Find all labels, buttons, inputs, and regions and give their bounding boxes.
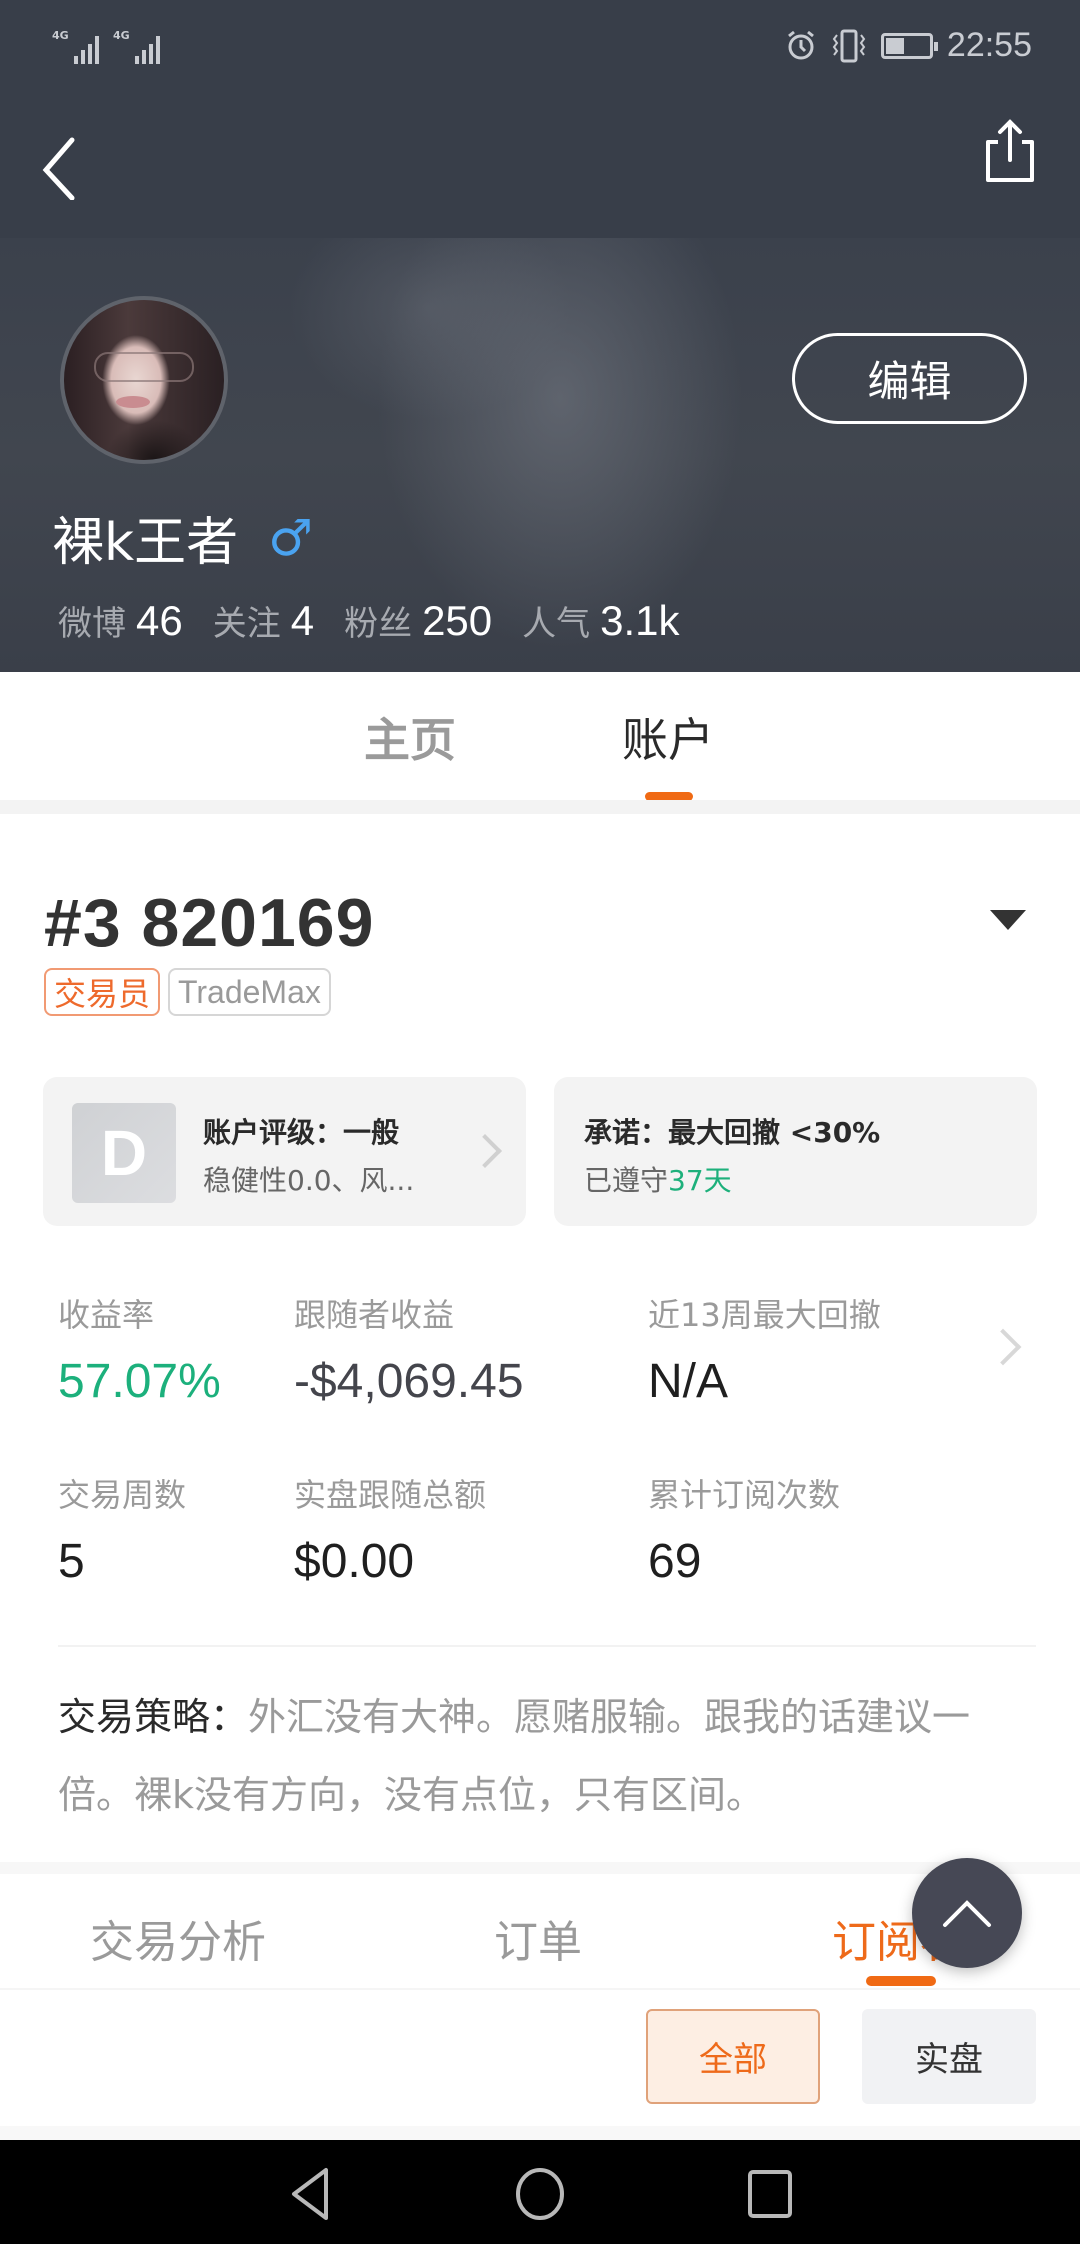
metric-max-drawdown: 近13周最大回撤 N/A (648, 1296, 881, 1408)
stat-weibo[interactable]: 微博 46 (58, 596, 183, 645)
share-icon (986, 119, 1034, 182)
divider (58, 1645, 1036, 1647)
username-row: 裸k王者 ♂ (52, 500, 313, 575)
system-navigation-bar (0, 2140, 1080, 2244)
avatar[interactable] (60, 296, 228, 464)
filter-all-button[interactable]: 全部 (646, 2009, 820, 2104)
tab-trade-analysis[interactable]: 交易分析 (90, 1906, 266, 1970)
username: 裸k王者 (52, 513, 239, 573)
stat-popularity[interactable]: 人气 3.1k (522, 596, 679, 645)
clock: 22:55 (946, 26, 1032, 64)
share-button[interactable] (980, 116, 1040, 186)
trading-strategy: 交易策略：外汇没有大神。愿赌服输。跟我的话建议一倍。裸k没有方向，没有点位，只有… (58, 1678, 1038, 1834)
signal-indicators: 4G 4G (52, 28, 160, 64)
tab-home[interactable]: 主页 (364, 704, 456, 770)
section-divider (0, 2126, 1080, 2140)
promise-card: 承诺：最大回撤 <30% 已遵守37天 (554, 1077, 1037, 1226)
filter-live-button[interactable]: 实盘 (862, 2009, 1036, 2104)
circle-home-icon (516, 2168, 564, 2220)
back-button[interactable] (36, 136, 96, 201)
account-rating-card[interactable]: D 账户评级：一般 稳健性0.0、风... (43, 1077, 526, 1226)
section-divider (0, 1862, 1080, 1874)
scroll-to-top-button[interactable] (912, 1858, 1022, 1968)
promise-title: 承诺：最大回撤 <30% (584, 1116, 881, 1149)
rating-title: 账户评级：一般 (203, 1116, 400, 1149)
section-divider (0, 800, 1080, 814)
tab-orders[interactable]: 订单 (494, 1906, 582, 1970)
account-badges: 交易员 TradeMax (44, 968, 331, 1016)
signal-icon: 4G (113, 28, 160, 64)
vibrate-icon (832, 29, 866, 62)
stat-followers[interactable]: 粉丝 250 (344, 596, 492, 645)
chevron-right-icon[interactable] (984, 1328, 1022, 1366)
grade-badge: D (72, 1103, 176, 1203)
system-back-button[interactable] (280, 2164, 340, 2224)
male-gender-icon: ♂ (268, 508, 313, 567)
metric-live-follow-total: 实盘跟随总额 $0.00 (294, 1476, 487, 1588)
system-home-button[interactable] (510, 2164, 570, 2224)
metric-trading-weeks: 交易周数 5 (58, 1476, 187, 1588)
system-recents-button[interactable] (740, 2164, 800, 2224)
edit-profile-button[interactable]: 编辑 (792, 333, 1027, 424)
main-tabs: 主页 账户 (0, 672, 1080, 801)
chevron-left-icon (42, 137, 75, 201)
square-recents-icon (748, 2170, 792, 2218)
tab-account[interactable]: 账户 (622, 704, 714, 770)
strategy-label: 交易策略： (58, 1695, 249, 1739)
status-right: 22:55 (785, 26, 1032, 65)
divider (0, 1988, 1080, 1990)
platform-badge: TradeMax (168, 968, 331, 1016)
account-dropdown-icon[interactable] (990, 910, 1026, 930)
account-id: #3 820169 (44, 885, 375, 961)
metric-subscription-count: 累计订阅次数 69 (648, 1476, 841, 1588)
alarm-icon (787, 30, 814, 59)
stat-following[interactable]: 关注 4 (213, 596, 314, 645)
chevron-right-icon (468, 1134, 502, 1168)
profile-header: 4G 4G 22:55 编辑 裸k王者 ♂ 微博 46 关注 4 粉丝 250 … (0, 0, 1080, 672)
rating-subtitle: 稳健性0.0、风... (203, 1164, 415, 1197)
battery-icon (880, 32, 938, 59)
promise-subtitle: 已遵守37天 (584, 1164, 732, 1197)
active-tab-indicator (866, 1976, 936, 1986)
chevron-up-icon (943, 1900, 991, 1927)
profile-stats: 微博 46 关注 4 粉丝 250 人气 3.1k (58, 596, 680, 645)
promise-days: 37天 (668, 1164, 732, 1197)
signal-icon: 4G (52, 28, 99, 64)
metric-follower-profit: 跟随者收益 -$4,069.45 (294, 1296, 524, 1408)
triangle-back-icon (292, 2168, 328, 2220)
trader-badge: 交易员 (44, 968, 161, 1016)
status-bar: 4G 4G 22:55 (0, 0, 1080, 96)
metric-return-rate: 收益率 57.07% (58, 1296, 221, 1408)
